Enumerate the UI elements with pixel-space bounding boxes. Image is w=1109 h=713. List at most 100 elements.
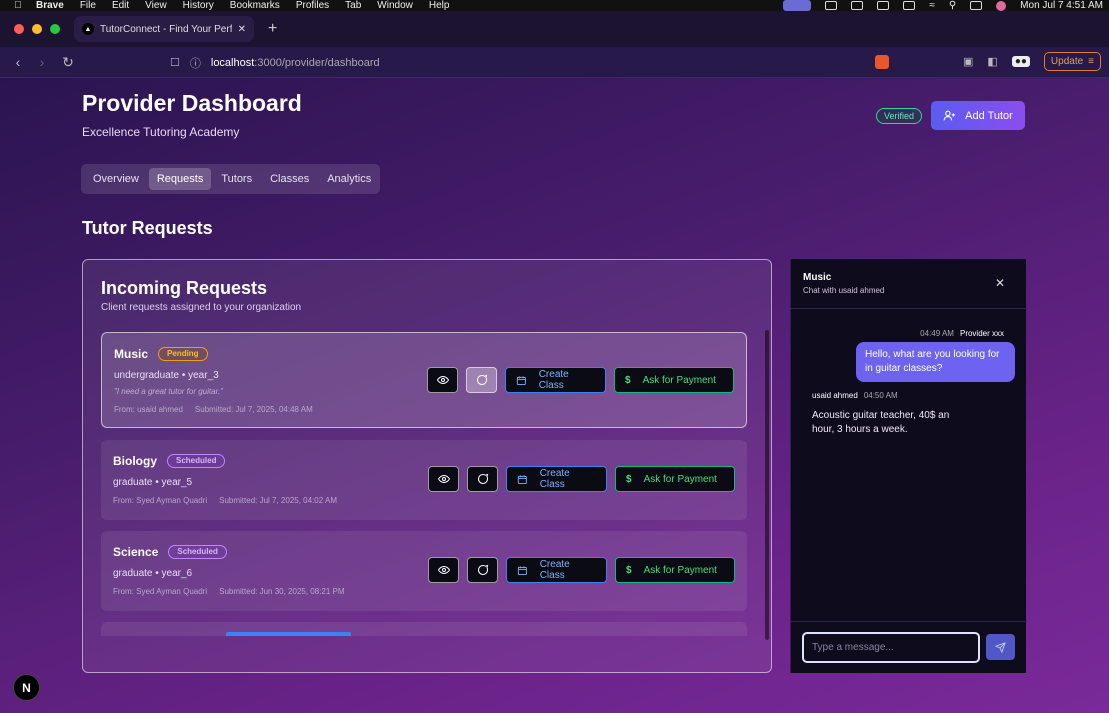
tab-close-icon[interactable]: ✕ [238,24,246,35]
close-window-button[interactable] [14,24,24,34]
tab-analytics[interactable]: Analytics [319,168,379,190]
minimize-window-button[interactable] [32,24,42,34]
url-path: :3000/provider/dashboard [254,56,380,69]
tab-overview[interactable]: Overview [85,168,147,190]
create-class-button[interactable]: Create Class [506,466,607,492]
message-bubble-outgoing: Hello, what are you looking for in guita… [856,342,1015,382]
menu-help[interactable]: Help [429,0,450,11]
ask-payment-label: Ask for Payment [643,473,717,485]
ask-payment-label: Ask for Payment [643,564,717,576]
create-class-button[interactable]: Create Class [505,367,606,393]
request-header: Science Scheduled [113,545,227,559]
message-input[interactable] [802,632,980,663]
create-class-label: Create Class [539,468,570,490]
menu-clock[interactable]: Mon Jul 7 4:51 AM [1020,0,1103,11]
request-card[interactable]: Science Scheduled graduate • year_6 From… [101,531,747,611]
create-class-button[interactable]: Create Class [506,557,607,583]
request-card[interactable]: Biology Scheduled graduate • year_5 From… [101,440,747,520]
screenshot-icon[interactable]: ▣ [963,55,973,68]
forward-icon[interactable]: › [36,54,48,70]
view-request-button[interactable] [427,367,458,393]
url-host: localhost [210,56,255,69]
spotlight-search-icon[interactable]: ⚲ [949,0,956,11]
wifi-icon[interactable]: ≈ [929,0,935,11]
browser-toolbar-right: ▣ ◧ ●● Update ≡ [963,52,1101,71]
status-app-icon[interactable] [825,1,838,10]
menu-hamburger-icon: ≡ [1088,56,1094,67]
view-request-button[interactable] [428,466,459,492]
menu-history[interactable]: History [183,0,214,11]
request-subject: Biology [113,454,157,468]
user-plus-icon [943,110,956,121]
organization-name: Excellence Tutoring Academy [82,125,240,139]
play-icon[interactable] [877,1,890,10]
screen-record-icon[interactable] [783,0,812,11]
request-card-partial[interactable] [101,622,747,636]
extension-icon[interactable]: ●● [1011,56,1030,67]
add-tutor-button[interactable]: Add Tutor [931,101,1025,130]
battery-icon[interactable] [903,1,916,10]
request-submitted: Submitted: Jul 7, 2025, 04:02 AM [219,496,337,505]
reload-icon[interactable]: ↻ [62,54,74,71]
control-center-icon[interactable] [970,1,983,10]
apple-menu-icon[interactable]:  [0,0,36,11]
dollar-icon: $ [626,564,632,576]
message-circle-icon [476,374,487,385]
update-button[interactable]: Update ≡ [1043,52,1101,71]
menu-profiles[interactable]: Profiles [296,0,329,11]
site-info-icon[interactable]: ⓘ [190,55,201,71]
keyboard-icon[interactable] [851,1,864,10]
request-card[interactable]: Music Pending undergraduate • year_3 "I … [101,332,747,428]
tab-classes[interactable]: Classes [262,168,317,190]
menu-edit[interactable]: Edit [112,0,129,11]
status-badge: Scheduled [168,545,227,559]
message-time: 04:49 AM [920,329,954,338]
calendar-icon [517,565,527,575]
new-tab-button[interactable]: + [268,20,277,38]
eye-icon [436,375,449,385]
tab-tutors[interactable]: Tutors [213,168,260,190]
request-from: From: usaid ahmed [114,405,183,414]
page-content: Provider Dashboard Excellence Tutoring A… [0,78,1109,713]
menu-file[interactable]: File [80,0,96,11]
view-request-button[interactable] [428,557,459,583]
dollar-icon: $ [625,374,631,386]
sidebar-toggle-icon[interactable]: ◧ [987,55,997,68]
chat-title: Music [803,272,832,283]
request-header: Biology Scheduled [113,454,226,468]
chat-panel: Music Chat with usaid ahmed ✕ 04:49 AM Pr… [790,259,1027,673]
chat-button[interactable] [466,367,497,393]
menu-app-name[interactable]: Brave [36,0,64,11]
request-actions: Create Class $ Ask for Payment [428,557,735,583]
update-label: Update [1050,56,1084,67]
nextjs-devtools-button[interactable]: N [13,674,40,701]
section-title: Tutor Requests [82,218,213,238]
bookmark-icon[interactable]: ☐ [170,56,180,69]
macos-menu-bar:  Brave File Edit View History Bookmarks… [0,0,1109,11]
scrollbar[interactable] [765,330,769,640]
menu-view[interactable]: View [145,0,167,11]
browser-tab[interactable]: ▲ TutorConnect - Find Your Perfe ✕ [74,16,254,42]
ask-payment-button[interactable]: $ Ask for Payment [615,466,735,492]
chat-header: Music Chat with usaid ahmed ✕ [791,259,1027,309]
siri-icon[interactable] [996,0,1007,11]
message-sender: Provider xxx [959,329,1004,338]
zoom-window-button[interactable] [50,24,60,34]
tab-requests[interactable]: Requests [148,168,212,190]
back-icon[interactable]: ‹ [12,54,24,70]
send-button[interactable] [986,634,1015,660]
menu-window[interactable]: Window [377,0,413,11]
close-icon[interactable]: ✕ [995,276,1005,290]
menu-bookmarks[interactable]: Bookmarks [230,0,280,11]
panel-title: Incoming Requests [101,278,268,298]
ask-payment-button[interactable]: $ Ask for Payment [614,367,734,393]
chat-button[interactable] [467,466,498,492]
chat-button[interactable] [467,557,498,583]
menu-tab[interactable]: Tab [345,0,361,11]
calendar-icon [517,474,527,484]
ask-payment-button[interactable]: $ Ask for Payment [615,557,735,583]
status-badge: Scheduled [167,454,226,468]
brave-shields-icon[interactable] [875,55,889,69]
chat-subtitle: Chat with usaid ahmed [803,286,885,295]
address-bar[interactable]: ☐ ⓘ localhost:3000/provider/dashboard [170,52,890,73]
